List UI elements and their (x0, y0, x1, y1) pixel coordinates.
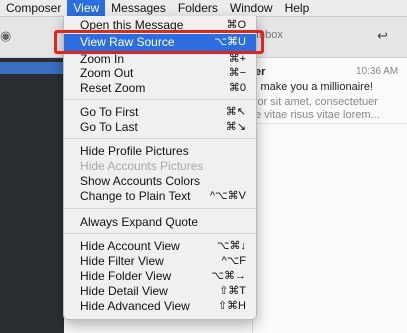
menu-item-hide-folder-view[interactable]: Hide Folder View ⌥⌘→ (64, 269, 256, 283)
menu-item-label: Go To First (80, 105, 139, 119)
preview-line-2: e vitae risus vitae lorem... (255, 109, 380, 121)
menu-item-label: Hide Profile Pictures (80, 144, 189, 158)
menu-item-hide-advanced-view[interactable]: Hide Advanced View ⇧⌘H (64, 299, 256, 313)
menu-item-hide-detail-view[interactable]: Hide Detail View ⇧⌘T (64, 284, 256, 298)
message-preview: lor sit amet, consectetuer e vitae risus … (255, 96, 380, 122)
menu-item-hide-account-view[interactable]: Hide Account View ⌥⌘↓ (64, 239, 256, 253)
shortcut-label: ⌥⌘↓ (216, 240, 246, 252)
menu-separator (64, 138, 256, 139)
message-time: 10:36 AM (356, 66, 399, 77)
menu-window[interactable]: Window (224, 0, 279, 16)
menu-item-go-to-first[interactable]: Go To First ⌘↖ (64, 105, 256, 119)
preview-line-1: lor sit amet, consectetuer (255, 96, 378, 108)
menu-item-label: Hide Accounts Pictures (80, 159, 204, 173)
menu-view[interactable]: View (67, 0, 106, 16)
menu-item-label: Hide Folder View (80, 269, 172, 283)
reply-icon[interactable]: ↩ (377, 28, 388, 44)
shortcut-label: ⌘+ (228, 53, 246, 65)
shortcut-label: ⌘0 (228, 82, 246, 94)
menu-item-label: Change to Plain Text (80, 189, 191, 203)
menu-bar: Composer View Messages Folders Window He… (0, 0, 407, 17)
menu-item-zoom-out[interactable]: Zoom Out ⌘− (64, 66, 256, 80)
menu-item-hide-profile-pictures[interactable]: Hide Profile Pictures (64, 144, 256, 158)
menu-item-go-to-last[interactable]: Go To Last ⌘↘ (64, 120, 256, 134)
menu-item-label: Go To Last (80, 120, 138, 134)
sidebar (0, 58, 64, 333)
toolbar-left-icon[interactable]: ◉ (0, 28, 11, 46)
shortcut-label: ⌥⌘→ (211, 270, 246, 282)
list-item[interactable]: er 10:36 AM l make you a millionaire! lo… (253, 64, 403, 124)
menu-item-label: Hide Detail View (80, 284, 168, 298)
shortcut-label: ⇧⌘T (219, 285, 246, 297)
view-menu: Open this Message ⌘O View Raw Source ⌥⌘U… (63, 16, 257, 320)
menu-item-show-accounts-colors[interactable]: Show Accounts Colors (64, 174, 256, 188)
shortcut-label: ^⌥F (221, 255, 246, 267)
menu-item-reset-zoom[interactable]: Reset Zoom ⌘0 (64, 81, 256, 95)
menu-item-label: Hide Advanced View (80, 299, 190, 313)
menu-item-label: Hide Filter View (80, 254, 164, 268)
menu-separator (64, 233, 256, 234)
menu-item-change-to-plain-text[interactable]: Change to Plain Text ^⌥⌘V (64, 189, 256, 203)
menu-item-label: Zoom Out (80, 66, 134, 80)
menu-item-label: Hide Account View (80, 239, 180, 253)
shortcut-label: ⇧⌘H (217, 300, 246, 312)
menu-item-label: Always Expand Quote (80, 215, 199, 229)
menu-item-zoom-in[interactable]: Zoom In ⌘+ (64, 52, 256, 66)
menu-separator (64, 208, 256, 209)
divider (253, 123, 407, 124)
shortcut-label: ⌘− (228, 67, 246, 79)
menu-item-label: Zoom In (80, 52, 125, 66)
menu-item-label: Reset Zoom (80, 81, 146, 95)
menu-folders[interactable]: Folders (172, 0, 224, 16)
menu-item-hide-accounts-pictures: Hide Accounts Pictures (64, 159, 256, 173)
shortcut-label: ⌘↘ (225, 121, 246, 133)
sidebar-selected-item[interactable] (0, 62, 64, 74)
highlight-annotation (54, 30, 264, 54)
menu-item-always-expand-quote[interactable]: Always Expand Quote (64, 215, 256, 229)
shortcut-label: ⌘↖ (225, 106, 246, 118)
menu-item-hide-filter-view[interactable]: Hide Filter View ^⌥F (64, 254, 256, 268)
menu-messages[interactable]: Messages (105, 0, 172, 16)
menu-composer[interactable]: Composer (0, 0, 67, 16)
message-subject: l make you a millionaire! (255, 81, 373, 93)
menu-help[interactable]: Help (279, 0, 316, 16)
menu-item-label: Show Accounts Colors (80, 174, 201, 188)
menu-separator (64, 99, 256, 100)
shortcut-label: ^⌥⌘V (209, 190, 246, 202)
